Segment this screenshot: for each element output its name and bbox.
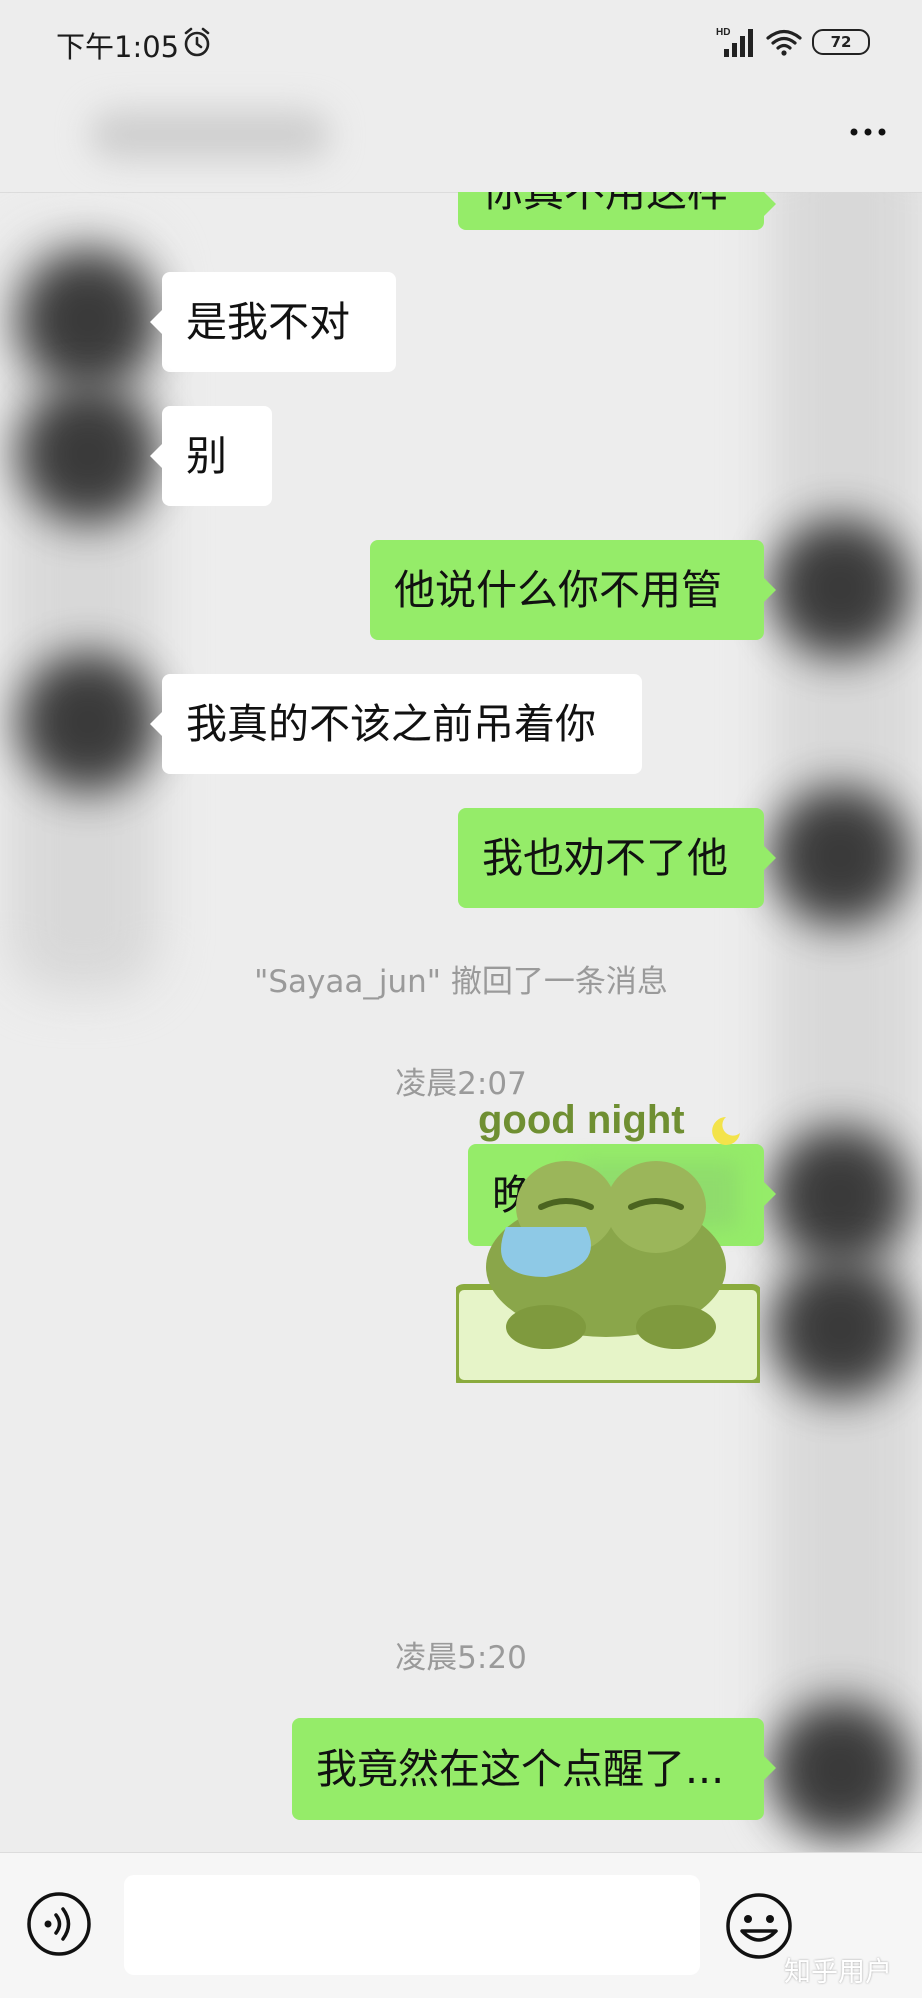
contact-avatar[interactable] <box>18 250 158 390</box>
message-text: 我竟然在这个点醒了... <box>316 1744 725 1793</box>
sticker-text: good night <box>478 1098 685 1142</box>
chat-header <box>0 84 922 193</box>
contact-avatar[interactable] <box>18 652 158 792</box>
chat-title-blurred <box>90 110 330 160</box>
network-label: HD <box>716 27 730 38</box>
status-bar: 下午1:05 HD 72 <box>0 0 922 84</box>
signal-icon: HD <box>716 27 753 57</box>
message-input[interactable] <box>124 1875 700 1975</box>
voice-input-icon[interactable] <box>26 1891 92 1957</box>
message-text: 别 <box>186 431 227 480</box>
redaction-smear-right <box>772 192 922 1832</box>
battery-icon: 72 <box>812 29 870 55</box>
message-bubble-outgoing[interactable]: 我也劝不了他 <box>458 808 776 908</box>
message-bubble-incoming[interactable]: 是我不对 <box>150 272 396 372</box>
message-text: 是我不对 <box>186 297 350 346</box>
status-time: 下午1:05 <box>56 30 180 64</box>
message-text: 我真的不该之前吊着你 <box>186 699 596 748</box>
message-bubble-outgoing[interactable]: 他说什么你不用管 <box>370 540 776 640</box>
own-avatar[interactable] <box>770 1126 910 1266</box>
own-avatar[interactable] <box>770 518 910 658</box>
message-bubble-outgoing[interactable]: 我竟然在这个点醒了... <box>292 1718 776 1820</box>
watermark: 知乎用户 <box>784 1957 892 1988</box>
frog-sticker-icon[interactable]: good night <box>456 1087 760 1383</box>
contact-avatar[interactable] <box>18 384 158 524</box>
message-text: 你真不用这样 <box>482 192 728 213</box>
message-text: 我也劝不了他 <box>482 833 728 882</box>
alarm-icon <box>184 27 210 57</box>
wifi-icon <box>766 29 802 56</box>
message-bubble-outgoing[interactable]: 你真不用这样 <box>458 192 776 230</box>
message-list[interactable]: 你真不用这样 是我不对 别 他说什么你不用管 我真的不该之前吊着你 我也劝不了他… <box>0 192 922 1852</box>
message-bubble-incoming[interactable]: 我真的不该之前吊着你 <box>150 674 642 774</box>
recall-notice: "Sayaa_jun" 撤回了一条消息 <box>254 964 668 1000</box>
own-avatar[interactable] <box>770 1258 910 1398</box>
battery-level: 72 <box>830 33 852 51</box>
own-avatar[interactable] <box>770 786 910 926</box>
timestamp: 凌晨5:20 <box>395 1640 527 1676</box>
more-options-icon[interactable] <box>848 124 888 140</box>
message-text: 他说什么你不用管 <box>394 565 722 614</box>
own-avatar[interactable] <box>770 1700 910 1840</box>
message-bubble-incoming[interactable]: 别 <box>150 406 272 506</box>
